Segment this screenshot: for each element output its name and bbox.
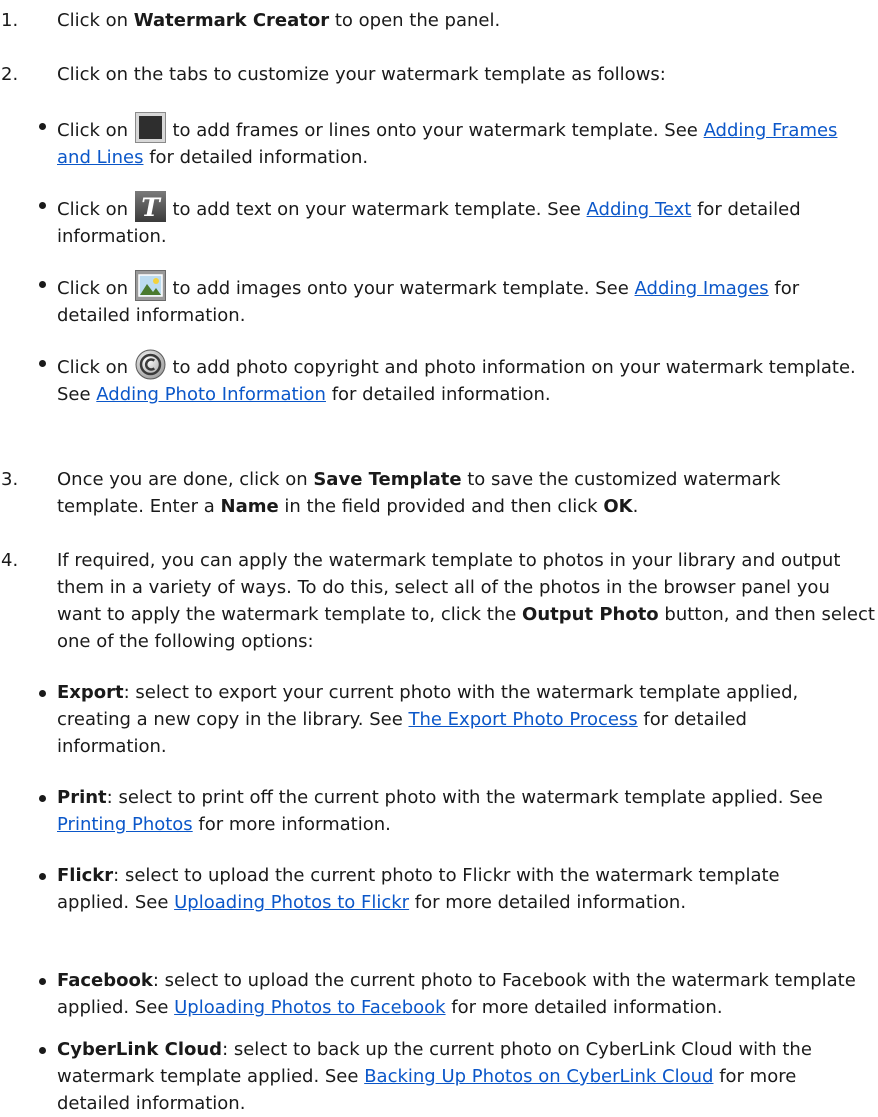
step-1: 1. Click on Watermark Creator to open th… [0, 7, 878, 34]
bullet-export: Export: select to export your current ph… [0, 679, 857, 760]
bullet-text: Click on [57, 357, 134, 378]
bullet-flickr: Flickr: select to upload the current pho… [0, 862, 857, 916]
step-text: Click on [57, 10, 134, 31]
step-number: 1. [1, 10, 19, 31]
step-number: 3. [1, 469, 19, 490]
step-2: 2. Click on the tabs to customize your w… [0, 61, 878, 88]
svg-text:T: T [141, 193, 162, 222]
step-bold: Output Photo [522, 604, 659, 625]
bullet-facebook: Facebook: select to upload the current p… [0, 967, 857, 1021]
bullet-dot [39, 978, 46, 985]
link-adding-photo-information[interactable]: Adding Photo Information [96, 384, 326, 405]
bullet-text: for more detailed information. [445, 997, 723, 1018]
bullet-dot [39, 360, 46, 367]
option-name: Facebook [57, 970, 153, 991]
step-bold: OK [603, 496, 633, 517]
bullet-text: to add images onto your watermark templa… [166, 278, 635, 299]
image-tab-icon[interactable] [134, 270, 166, 301]
step-text: in the field provided and then click [278, 496, 604, 517]
bullet-frames-tab: Click on to add frames or lines onto you… [0, 112, 847, 171]
text-tab-icon[interactable]: T [134, 191, 166, 222]
option-name: Export [57, 682, 124, 703]
bullet-text: to add text on your watermark template. … [166, 199, 587, 220]
bullet-dot [39, 873, 46, 880]
step-number: 4. [1, 550, 19, 571]
bullet-text-tab: Click on T to add text on your watermark… [0, 191, 847, 250]
bullet-dot [39, 202, 46, 209]
bullet-text: for detailed information. [325, 384, 551, 405]
bullet-dot [39, 690, 46, 697]
bullet-text: to add frames or lines onto your waterma… [166, 120, 704, 141]
bullet-text: : select to print off the current photo … [106, 787, 823, 808]
copyright-tab-icon[interactable] [135, 349, 166, 380]
bullet-print: Print: select to print off the current p… [0, 784, 857, 838]
bullet-text: Click on [57, 278, 134, 299]
step-bold: Watermark Creator [133, 10, 330, 31]
link-printing-photos[interactable]: Printing Photos [57, 814, 193, 835]
step-text: Once you are done, click on [57, 469, 314, 490]
step-bold: Save Template [313, 469, 462, 490]
bullet-text: Click on [57, 199, 134, 220]
step-4: 4. If required, you can apply the waterm… [0, 547, 877, 655]
step-text: to open the panel. [329, 10, 501, 31]
link-uploading-photos-to-flickr[interactable]: Uploading Photos to Flickr [174, 892, 409, 913]
bullet-images-tab: Click on to add images onto your waterma… [0, 270, 847, 329]
frame-tab-icon[interactable] [134, 112, 166, 143]
bullet-dot [39, 1047, 46, 1054]
link-adding-text[interactable]: Adding Text [587, 199, 692, 220]
bullet-dot [39, 795, 46, 802]
option-name: Print [57, 787, 107, 808]
bullet-dot [39, 123, 46, 130]
step-text: . [632, 496, 639, 517]
link-uploading-photos-to-facebook[interactable]: Uploading Photos to Facebook [174, 997, 445, 1018]
link-backing-up-photos-cyberlink-cloud[interactable]: Backing Up Photos on CyberLink Cloud [364, 1066, 713, 1087]
link-export-photo-process[interactable]: The Export Photo Process [408, 709, 637, 730]
option-name: CyberLink Cloud [57, 1039, 223, 1060]
bullet-text: Click on [57, 120, 134, 141]
bullet-dot [39, 281, 46, 288]
step-number: 2. [1, 64, 19, 85]
bullet-text: for more detailed information. [409, 892, 687, 913]
bullet-copyright-tab: Click on to add photo copyright and phot… [0, 349, 857, 408]
bullet-cyberlink-cloud: CyberLink Cloud: select to back up the c… [0, 1036, 867, 1117]
bullet-text: for more information. [192, 814, 391, 835]
step-text: Click on the tabs to customize your wate… [57, 64, 666, 85]
link-adding-images[interactable]: Adding Images [635, 278, 769, 299]
step-3: 3. Once you are done, click on Save Temp… [0, 466, 857, 520]
bullet-text: for detailed information. [143, 147, 369, 168]
step-bold: Name [220, 496, 279, 517]
option-name: Flickr [57, 865, 114, 886]
